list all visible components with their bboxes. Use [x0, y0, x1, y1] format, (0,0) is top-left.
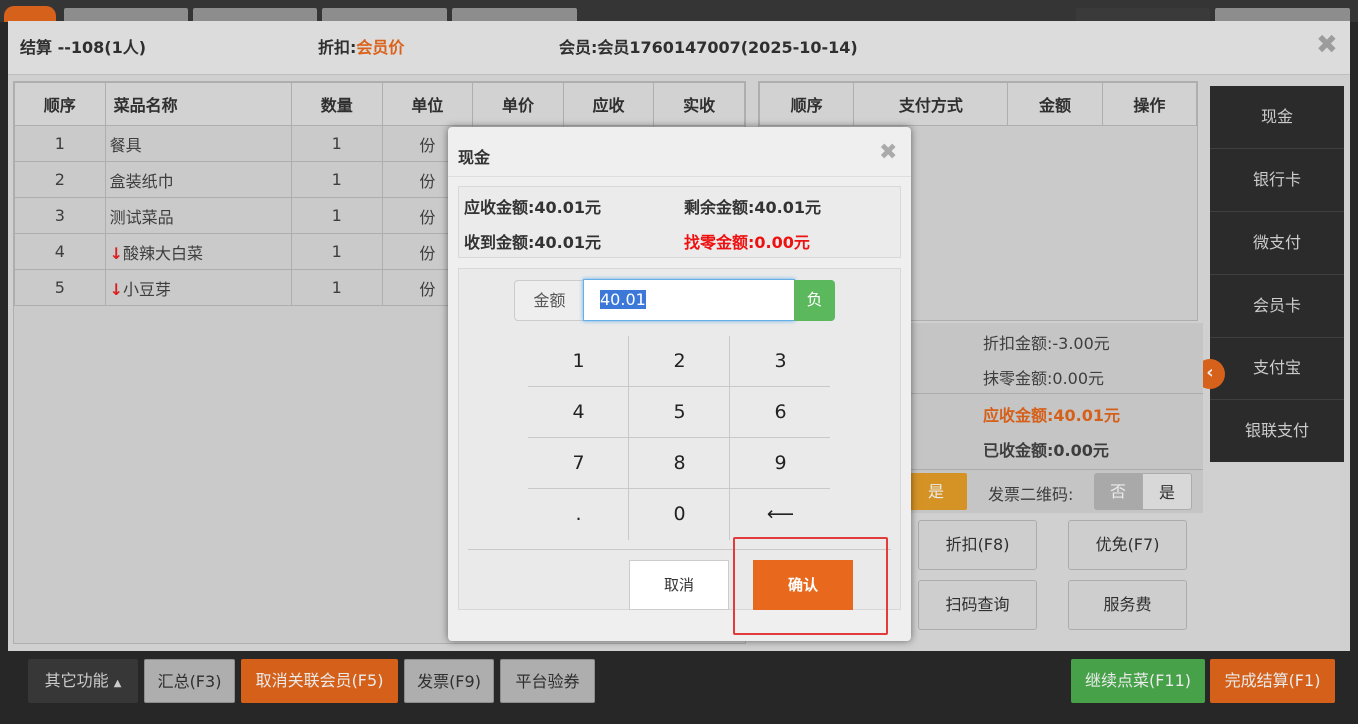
key-8[interactable]: 8 — [629, 438, 730, 489]
key-4[interactable]: 4 — [528, 387, 629, 438]
key-2[interactable]: 2 — [629, 336, 730, 387]
modal-close-icon[interactable]: ✖ — [879, 140, 897, 166]
modal-remaining: 剩余金额:40.01元 — [684, 198, 822, 217]
key-5[interactable]: 5 — [629, 387, 730, 438]
key-9[interactable]: 9 — [730, 438, 831, 489]
amount-label: 金额 — [514, 280, 584, 321]
key-6[interactable]: 6 — [730, 387, 831, 438]
key-0[interactable]: 0 — [629, 489, 730, 540]
modal-divider — [448, 176, 911, 177]
key-7[interactable]: 7 — [528, 438, 629, 489]
confirm-highlight-box — [733, 537, 888, 635]
negative-button[interactable]: 负 — [794, 280, 835, 321]
amount-input[interactable]: 40.01 — [583, 279, 795, 321]
key-dot[interactable]: . — [528, 489, 629, 540]
key-3[interactable]: 3 — [730, 336, 831, 387]
modal-change: 找零金额:0.00元 — [684, 233, 810, 252]
backspace-icon[interactable]: ⟵ — [730, 489, 831, 540]
modal-title: 现金 — [458, 148, 491, 167]
modal-receivable: 应收金额:40.01元 — [464, 198, 602, 217]
key-1[interactable]: 1 — [528, 336, 629, 387]
amount-value: 40.01 — [600, 290, 646, 309]
cancel-button[interactable]: 取消 — [629, 560, 729, 610]
modal-received: 收到金额:40.01元 — [464, 233, 602, 252]
